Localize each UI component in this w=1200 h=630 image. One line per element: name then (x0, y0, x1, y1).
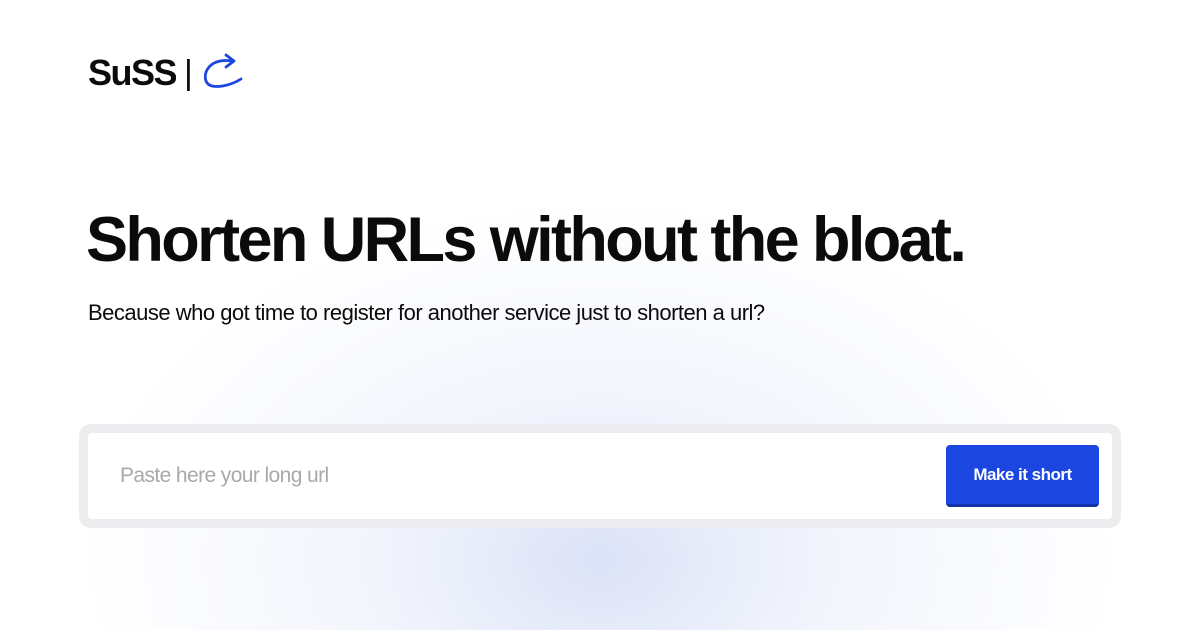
shorten-form: Make it short (79, 424, 1121, 528)
url-input[interactable] (108, 453, 928, 499)
brand-divider: | (184, 54, 193, 92)
curved-arrow-icon (203, 53, 243, 88)
brand-logo[interactable]: SuSS | (88, 50, 247, 96)
shorten-form-body: Make it short (88, 433, 1112, 519)
make-it-short-button[interactable]: Make it short (946, 445, 1099, 507)
brand-name: SuSS (88, 52, 178, 93)
page-subtitle: Because who got time to register for ano… (88, 300, 765, 325)
page-title: Shorten URLs without the bloat. (86, 205, 967, 275)
